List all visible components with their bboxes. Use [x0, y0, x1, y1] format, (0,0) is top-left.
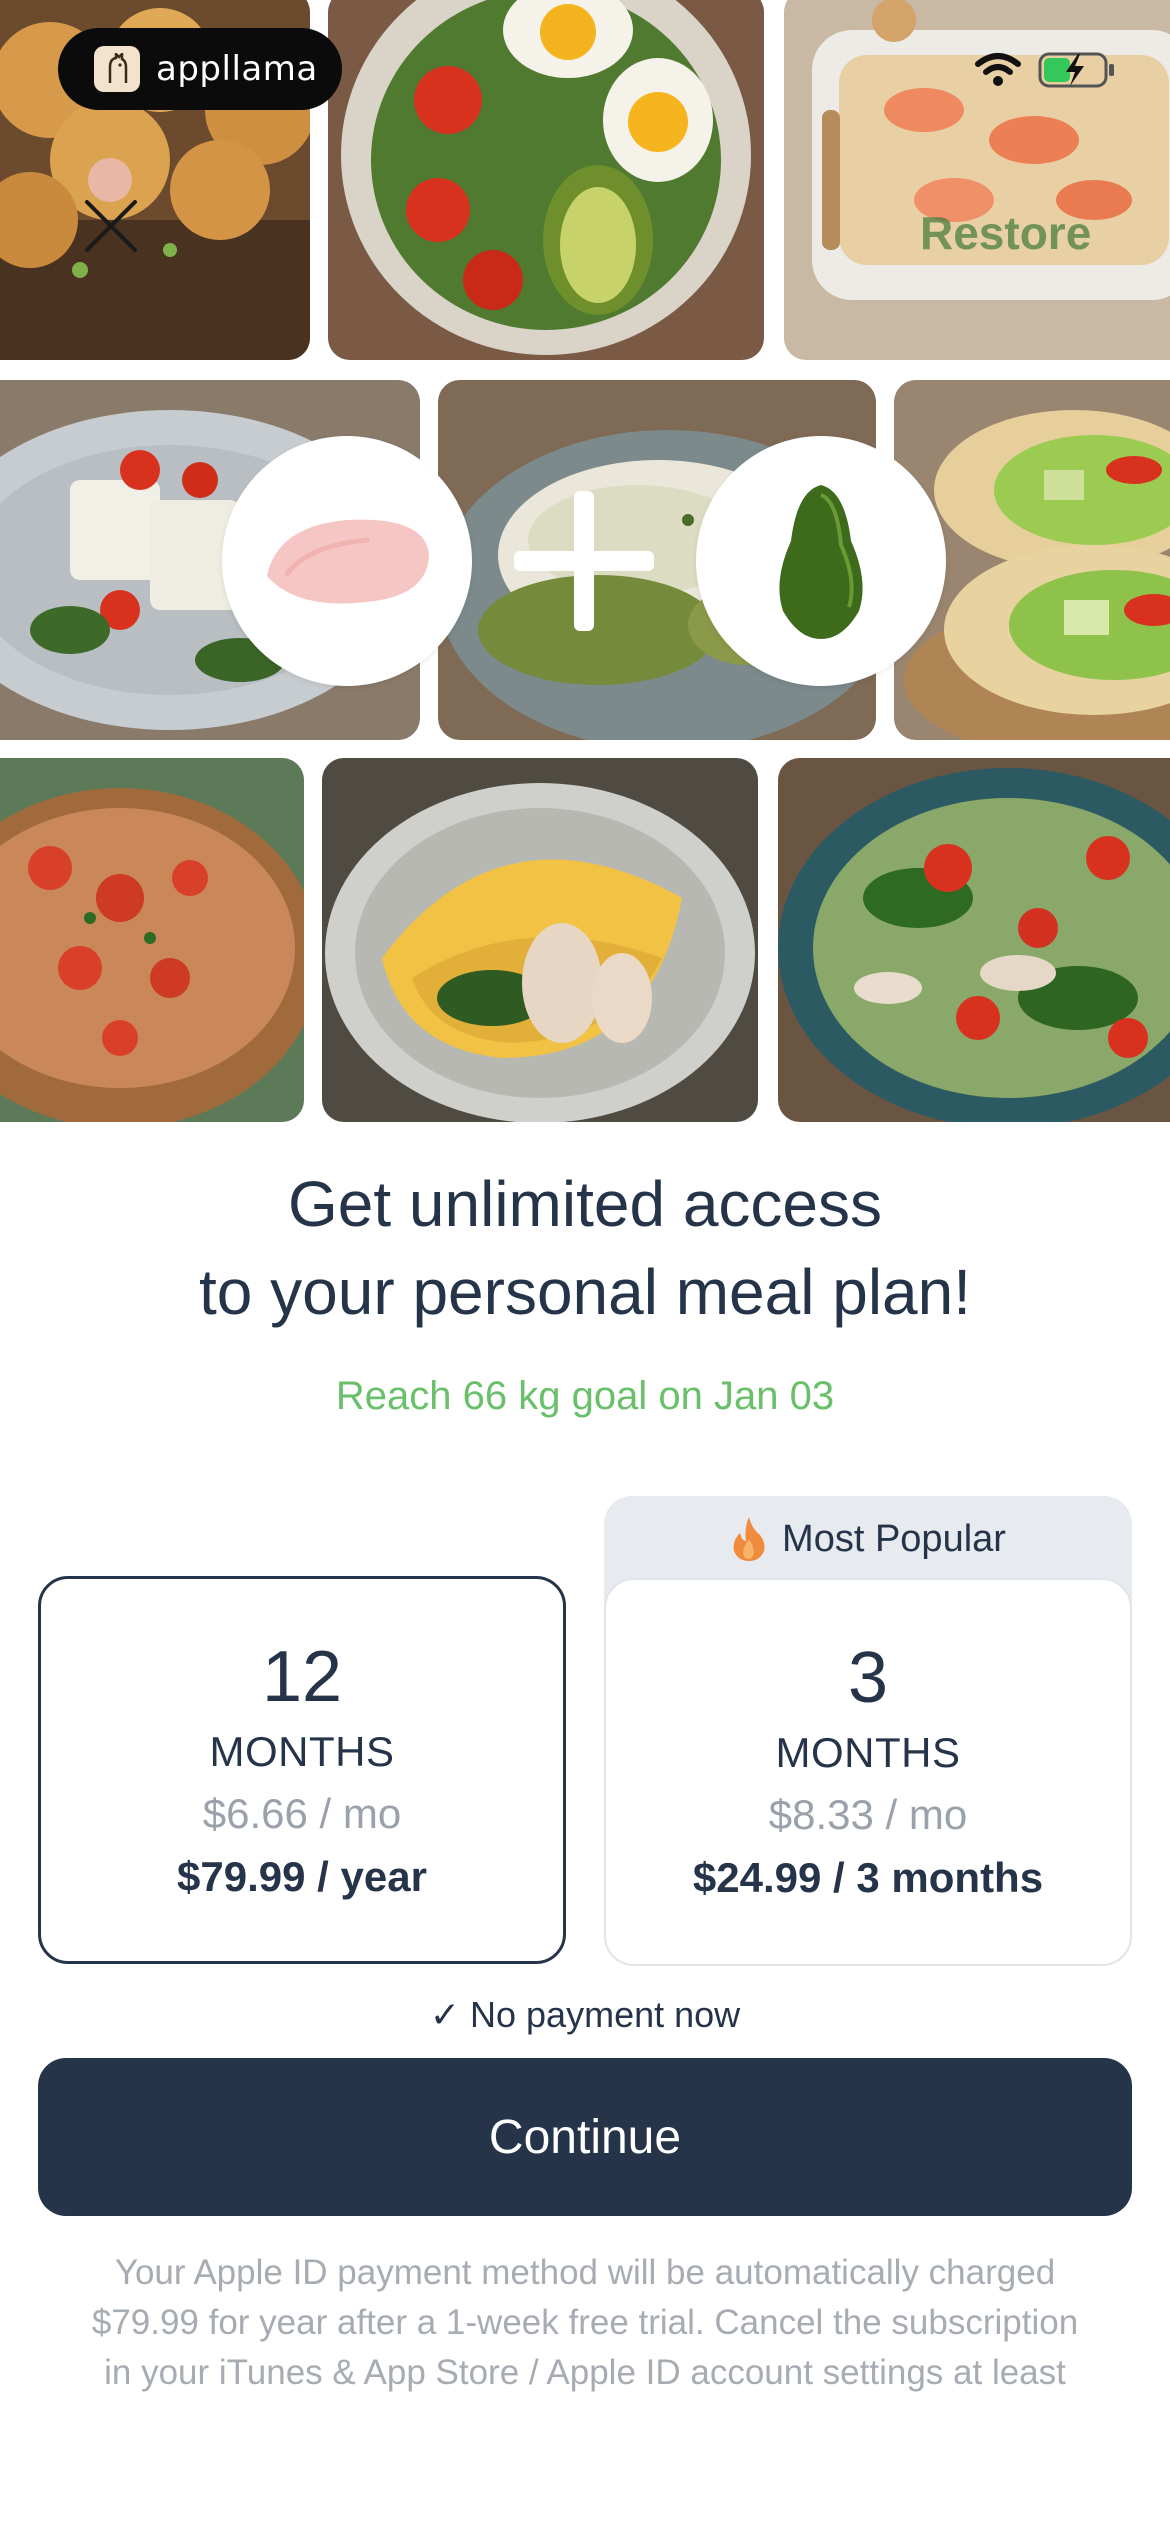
page-title: Get unlimited access to your personal me… [0, 1160, 1170, 1336]
no-payment-note: ✓ No payment now [429, 1994, 741, 2035]
battery-charging-icon [1038, 52, 1114, 88]
llama-logo-icon [94, 46, 140, 92]
flame-icon [733, 1517, 765, 1561]
headline-line-1: Get unlimited access [287, 1168, 883, 1240]
bruschetta-image [0, 758, 304, 1122]
chicken-breast-icon [267, 519, 429, 604]
headline-line-2: to your personal meal plan! [199, 1256, 971, 1328]
plan-per-month: $8.33 / mo [768, 1791, 968, 1838]
continue-button[interactable]: Continue [38, 2058, 1132, 2216]
fine-print-line-2: $79.99 for year after a 1-week free tria… [91, 2303, 1079, 2342]
goal-text: Reach 66 kg goal on Jan 03 [335, 1374, 835, 1418]
status-bar-icons [974, 50, 1118, 90]
chicken-breast-circle [222, 436, 472, 686]
plan-card-12-months[interactable]: 12 MONTHS $6.66 / mo $79.99 / year [38, 1576, 566, 1964]
close-button[interactable] [80, 195, 142, 257]
plan-unit: MONTHS [775, 1729, 961, 1776]
brand-name: appllama [156, 49, 318, 89]
avocado-circle [696, 436, 946, 686]
plan-price: $79.99 / year [177, 1853, 427, 1900]
plan-unit: MONTHS [209, 1728, 395, 1775]
food-collage: appllama Restore [0, 0, 1170, 1122]
avocado-icon [779, 485, 863, 639]
wifi-icon [975, 53, 1021, 86]
chicken-spinach-salad-image [778, 758, 1170, 1122]
close-icon [85, 200, 137, 252]
tomato-avocado-salad-image [328, 0, 764, 360]
plan-number: 3 [847, 1638, 889, 1718]
restore-button[interactable]: Restore [920, 206, 1091, 260]
plan-number: 12 [261, 1637, 343, 1717]
chicken-omelette-image [322, 758, 758, 1122]
brand-pill: appllama [58, 28, 342, 110]
plan-card-3-months[interactable]: 3 MONTHS $8.33 / mo $24.99 / 3 months [604, 1578, 1132, 1966]
plan-per-month: $6.66 / mo [202, 1790, 402, 1837]
plan-price: $24.99 / 3 months [692, 1854, 1044, 1901]
subscription-fine-print: Your Apple ID payment method will be aut… [30, 2248, 1140, 2398]
badge-label: Most Popular [782, 1517, 1006, 1560]
fine-print-line-3: in your iTunes & App Store / Apple ID ac… [104, 2353, 1066, 2392]
plus-icon [514, 491, 654, 631]
fine-print-line-1: Your Apple ID payment method will be aut… [114, 2253, 1056, 2292]
